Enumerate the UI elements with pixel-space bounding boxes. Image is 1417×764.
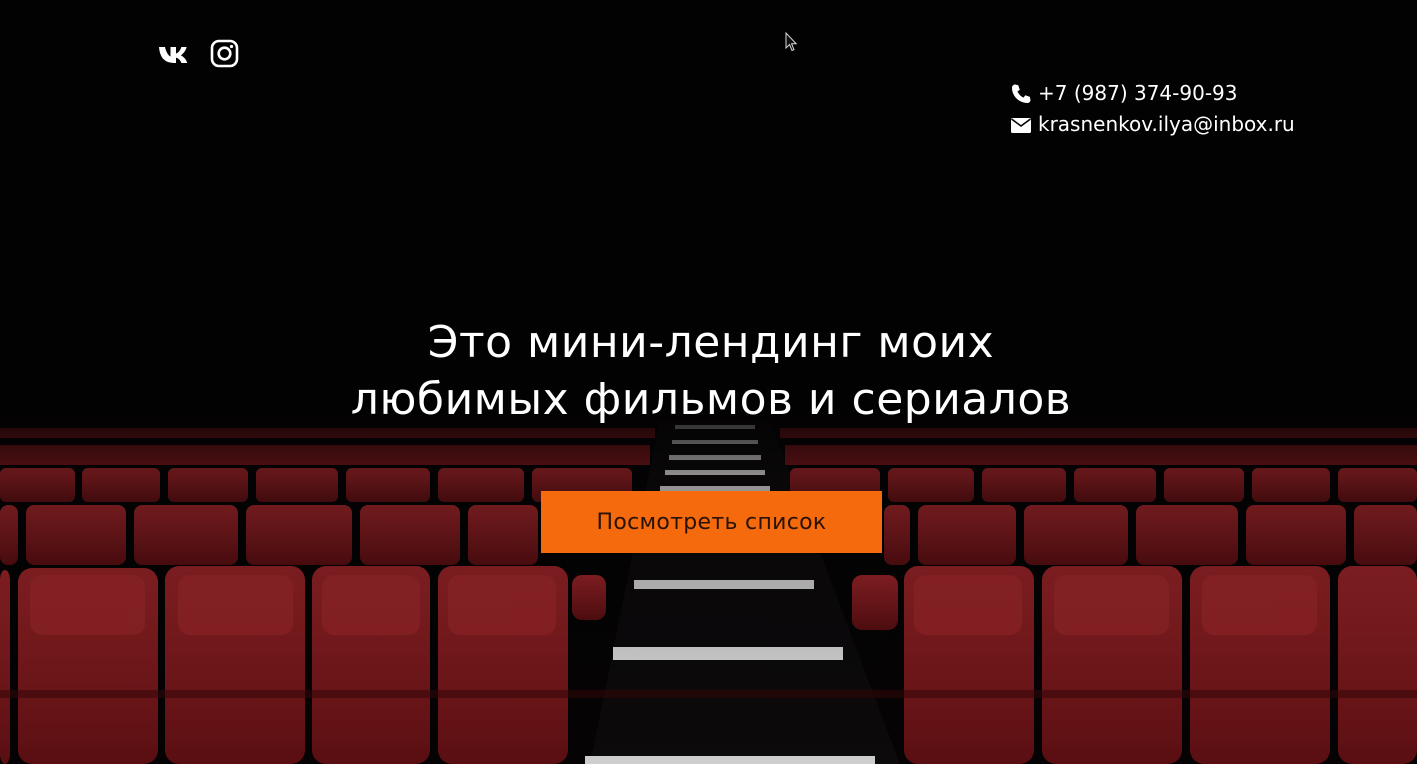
- envelope-icon: [1011, 117, 1031, 133]
- email-row: krasnenkov.ilya@inbox.ru: [1010, 109, 1295, 140]
- phone-row: +7 (987) 374-90-93: [1010, 78, 1295, 109]
- headline-line-2: любимых фильмов и сериалов: [350, 374, 1072, 425]
- vk-link[interactable]: [157, 38, 191, 70]
- hero-headline: Это мини-лендинг моих любимых фильмов и …: [258, 314, 1164, 428]
- mouse-cursor-icon: [785, 32, 797, 52]
- hero-section: +7 (987) 374-90-93 krasnenkov.ilya@inbox…: [0, 0, 1417, 764]
- view-list-button[interactable]: Посмотреть список: [541, 491, 882, 553]
- instagram-icon: [210, 39, 239, 68]
- phone-icon: [1012, 84, 1031, 103]
- social-links: [157, 38, 241, 70]
- phone-link[interactable]: +7 (987) 374-90-93: [1038, 78, 1237, 109]
- headline-line-1: Это мини-лендинг моих: [427, 317, 995, 368]
- email-link[interactable]: krasnenkov.ilya@inbox.ru: [1038, 109, 1295, 140]
- instagram-link[interactable]: [207, 38, 241, 70]
- contacts-block: +7 (987) 374-90-93 krasnenkov.ilya@inbox…: [1010, 78, 1295, 140]
- vk-icon: [159, 47, 188, 63]
